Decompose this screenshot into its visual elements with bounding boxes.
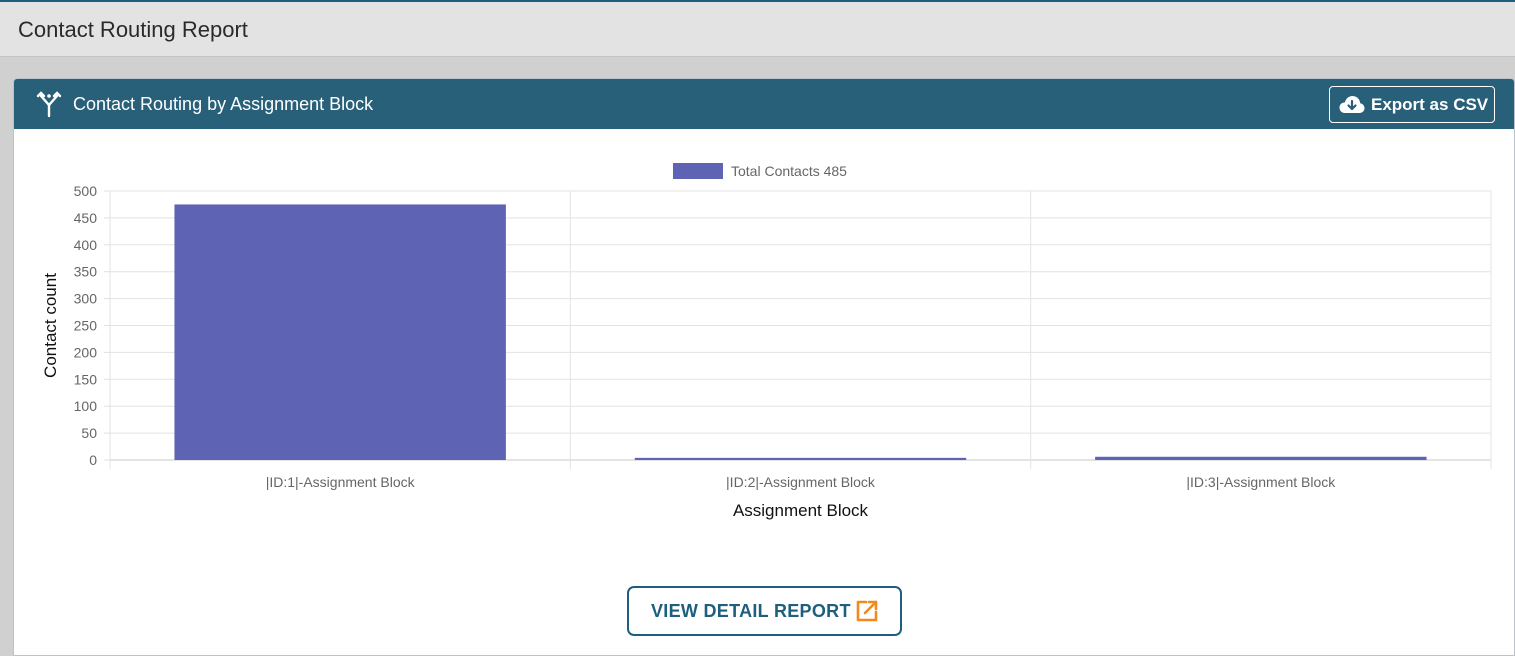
panel-header: Contact Routing by Assignment Block Expo… xyxy=(14,79,1514,129)
y-tick-label: 100 xyxy=(74,398,98,414)
bar xyxy=(634,457,967,460)
report-panel: Contact Routing by Assignment Block Expo… xyxy=(13,78,1515,656)
y-tick-label: 0 xyxy=(89,452,97,468)
bar xyxy=(174,204,506,460)
page-header: Contact Routing Report xyxy=(0,2,1515,57)
y-tick-label: 300 xyxy=(74,291,98,307)
routing-fork-icon xyxy=(36,91,62,118)
export-csv-button[interactable]: Export as CSV xyxy=(1329,86,1495,123)
y-tick-label: 250 xyxy=(74,318,98,334)
y-tick-label: 150 xyxy=(74,371,98,387)
y-tick-label: 450 xyxy=(74,210,98,226)
y-tick-label: 50 xyxy=(81,425,97,441)
view-detail-report-button[interactable]: VIEW DETAIL REPORT xyxy=(627,586,902,636)
external-link-icon xyxy=(856,600,878,622)
page-title: Contact Routing Report xyxy=(18,17,248,42)
legend-swatch xyxy=(673,163,723,179)
cloud-download-icon xyxy=(1339,96,1365,113)
x-tick-label: |ID:3|-Assignment Block xyxy=(1186,474,1336,490)
bar xyxy=(1095,456,1427,460)
y-tick-label: 350 xyxy=(74,264,98,280)
x-axis-title: Assignment Block xyxy=(733,501,869,520)
view-detail-report-label: VIEW DETAIL REPORT xyxy=(651,601,851,621)
chart-svg: 0 50 100 150 200 250 300 350 400 450 500 |ID:1|-Ass… xyxy=(41,163,1492,520)
y-tick-label: 200 xyxy=(74,344,98,360)
export-csv-label: Export as CSV xyxy=(1371,95,1489,114)
bar-chart: 0 50 100 150 200 250 300 350 400 450 500 |ID:1|-Ass… xyxy=(14,129,1514,529)
y-axis-title: Contact count xyxy=(41,273,60,378)
x-tick-label: |ID:2|-Assignment Block xyxy=(726,474,876,490)
legend-label: Total Contacts 485 xyxy=(731,163,847,179)
x-tick-label: |ID:1|-Assignment Block xyxy=(266,474,416,490)
y-tick-label: 500 xyxy=(74,183,98,199)
panel-title: Contact Routing by Assignment Block xyxy=(73,94,374,114)
y-tick-label: 400 xyxy=(74,237,98,253)
